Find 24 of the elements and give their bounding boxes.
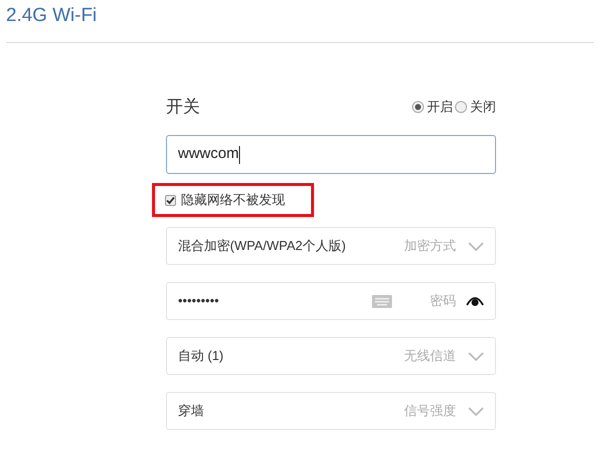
eye-icon[interactable]	[466, 295, 484, 307]
field-label: 密码	[430, 292, 456, 310]
field-label: 加密方式	[404, 237, 456, 256]
checkmark-icon	[166, 196, 175, 204]
select-field[interactable]: 混合加密(WPA/WPA2个人版) 加密方式	[166, 227, 496, 265]
hide-network-checkbox[interactable]: 隐藏网络不被发现	[165, 190, 285, 210]
ssid-input[interactable]: wwwcom	[166, 135, 496, 174]
field-label: 无线信道	[404, 347, 456, 366]
select-field[interactable]: 自动 (1) 无线信道	[166, 337, 496, 375]
page-title: 2.4G Wi-Fi	[6, 4, 98, 28]
password-value: •••••••••	[178, 292, 219, 310]
password-field[interactable]: ••••••••• 密码	[166, 282, 496, 320]
chevron-down-icon	[468, 242, 484, 250]
select-value: 混合加密(WPA/WPA2个人版)	[178, 237, 346, 256]
select-value: 穿墙	[178, 402, 204, 420]
ssid-value: wwwcom	[178, 144, 239, 164]
select-value: 自动 (1)	[178, 347, 224, 366]
chevron-down-icon	[468, 352, 484, 360]
select-field[interactable]: 穿墙 信号强度	[166, 392, 496, 430]
radio-option[interactable]: 开启	[412, 97, 453, 117]
chevron-down-icon	[468, 406, 484, 416]
switch-label: 开关	[166, 96, 200, 118]
radio-option[interactable]: 关闭	[455, 97, 496, 117]
field-label: 信号强度	[404, 402, 456, 420]
